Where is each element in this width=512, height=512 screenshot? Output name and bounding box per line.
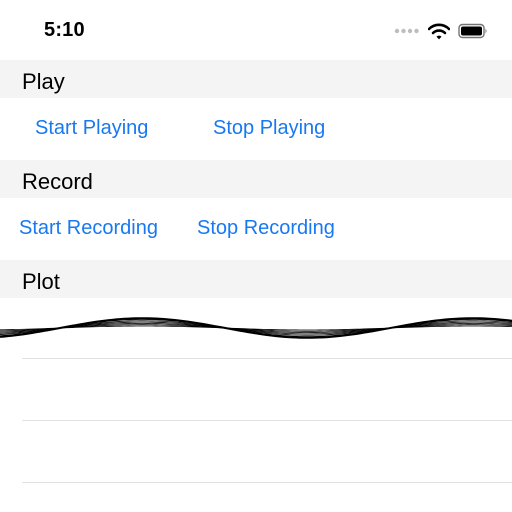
start-recording-button[interactable]: Start Recording [19, 217, 158, 240]
battery-icon [458, 23, 487, 39]
plot-section-header: Plot [0, 260, 512, 298]
row-divider [22, 358, 512, 359]
plot-area [0, 298, 512, 512]
wifi-icon [428, 23, 450, 39]
status-bar: 5:10 [0, 0, 512, 60]
play-section-header: Play [0, 60, 512, 98]
status-time: 5:10 [44, 19, 85, 41]
waveform-plot [0, 317, 512, 339]
signal-dots-icon [394, 28, 419, 34]
record-section-header: Record [0, 160, 512, 198]
plot-section-title: Plot [22, 269, 60, 294]
start-playing-button[interactable]: Start Playing [35, 117, 148, 140]
stop-recording-button[interactable]: Stop Recording [197, 217, 335, 240]
stop-playing-button[interactable]: Stop Playing [213, 117, 325, 140]
status-icons [394, 22, 488, 40]
waveform-trace [0, 317, 512, 339]
row-divider [22, 482, 512, 483]
row-divider [22, 420, 512, 421]
record-section-title: Record [22, 169, 93, 194]
play-section-title: Play [22, 69, 65, 94]
